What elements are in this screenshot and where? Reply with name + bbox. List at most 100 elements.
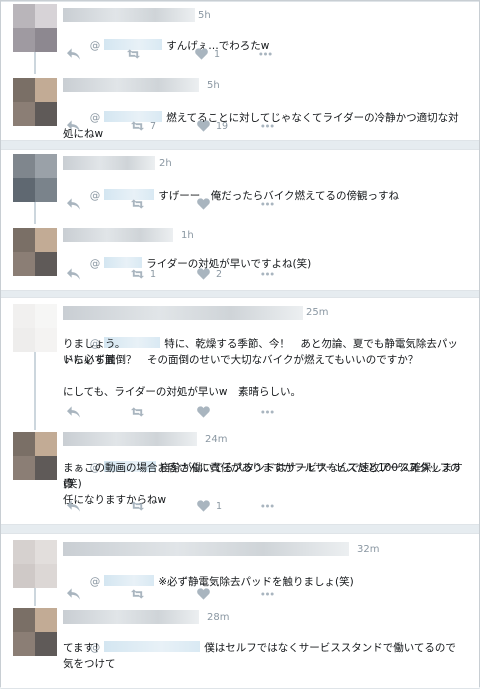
tweet-time[interactable]: 5h bbox=[207, 80, 220, 91]
like-button[interactable]: 1 bbox=[197, 500, 222, 512]
like-button[interactable] bbox=[197, 198, 216, 210]
reply-button[interactable] bbox=[67, 198, 86, 210]
tweet-1[interactable]: 5h @ すんげぇ…でわろたw 1 bbox=[1, 2, 479, 68]
like-button[interactable] bbox=[197, 406, 216, 418]
conversation-3: 25m @ 特に、乾燥する季節、今！ あと勿論、夏でも静電気除去パッドに必ず触 り… bbox=[1, 297, 479, 525]
retweet-button[interactable] bbox=[131, 198, 150, 210]
reply-icon bbox=[67, 120, 80, 132]
retweet-icon bbox=[131, 589, 144, 599]
tweet-5[interactable]: 25m @ 特に、乾燥する季節、今！ あと勿論、夏でも静電気除去パッドに必ず触 り… bbox=[1, 298, 479, 428]
conversation-1: 5h @ すんげぇ…でわろたw 1 5h @ 燃えてることに対してじゃなくてライダー… bbox=[1, 1, 479, 141]
tweet-time[interactable]: 5h bbox=[198, 10, 211, 21]
avatar[interactable] bbox=[13, 154, 57, 202]
tweet-text-continued: てます！ bbox=[63, 642, 105, 654]
user-name[interactable] bbox=[63, 8, 195, 22]
like-button[interactable]: 2 bbox=[197, 268, 222, 280]
retweet-icon bbox=[131, 501, 144, 511]
user-name[interactable] bbox=[63, 542, 349, 556]
tweet-actions: 1 bbox=[67, 48, 367, 62]
reply-icon bbox=[67, 588, 80, 600]
user-name[interactable] bbox=[63, 306, 303, 320]
handle[interactable] bbox=[104, 575, 155, 586]
tweet-actions: 7 19 bbox=[67, 120, 367, 134]
like-button[interactable] bbox=[197, 588, 216, 600]
tweet-7[interactable]: 32m @ ※必ず静電気除去パッドを触りましょ(笑) bbox=[1, 534, 479, 606]
heart-icon bbox=[197, 500, 210, 512]
retweet-button[interactable] bbox=[131, 406, 150, 418]
retweet-icon bbox=[127, 49, 140, 59]
tweet-time[interactable]: 2h bbox=[159, 158, 172, 169]
heart-icon bbox=[197, 198, 210, 210]
reply-button[interactable] bbox=[67, 268, 86, 280]
avatar[interactable] bbox=[13, 78, 57, 126]
user-name[interactable] bbox=[63, 610, 199, 624]
heart-icon bbox=[197, 120, 210, 132]
like-button[interactable]: 19 bbox=[197, 120, 228, 132]
avatar[interactable] bbox=[13, 228, 57, 276]
retweet-icon bbox=[131, 121, 144, 131]
tweet-text: @ すんげぇ…でわろたw bbox=[89, 39, 270, 52]
more-button[interactable] bbox=[261, 120, 274, 132]
conversation-4: 32m @ ※必ず静電気除去パッドを触りましょ(笑) 28m @ 僕はセルフではなく… bbox=[1, 533, 479, 689]
reply-button[interactable] bbox=[67, 406, 86, 418]
more-button[interactable] bbox=[261, 406, 274, 418]
reply-button[interactable] bbox=[67, 500, 86, 512]
retweet-button[interactable]: 1 bbox=[131, 268, 156, 280]
heart-icon bbox=[197, 588, 210, 600]
avatar[interactable] bbox=[13, 540, 57, 588]
twitter-screenshot: 5h @ すんげぇ…でわろたw 1 5h @ 燃えてることに対してじゃなくてライダー… bbox=[0, 0, 480, 689]
tweet-actions: 1 bbox=[67, 500, 367, 514]
more-icon bbox=[261, 410, 274, 414]
retweet-button[interactable] bbox=[131, 588, 150, 600]
reply-icon bbox=[67, 48, 80, 60]
reply-icon bbox=[67, 268, 80, 280]
more-button[interactable] bbox=[261, 588, 274, 600]
reply-icon bbox=[67, 500, 80, 512]
retweet-button[interactable] bbox=[131, 500, 150, 512]
retweet-icon bbox=[131, 199, 144, 209]
tweet-text: @ すげーー 俺だったらバイク燃えてるの傍観っすね bbox=[89, 189, 399, 202]
tweet-text: @ 僕はセルフではなくサービススタンドで働いてるので気をつけて bbox=[63, 641, 456, 670]
tweet-actions bbox=[67, 198, 367, 212]
more-button[interactable] bbox=[261, 198, 274, 210]
tweet-3[interactable]: 2h @ すげーー 俺だったらバイク燃えてるの傍観っすね bbox=[1, 150, 479, 220]
reply-button[interactable] bbox=[67, 120, 86, 132]
reply-button[interactable] bbox=[67, 48, 86, 60]
tweet-4[interactable]: 1h @ ライダーの対処が早いですよね(笑) 1 2 bbox=[1, 222, 479, 290]
handle[interactable] bbox=[104, 257, 143, 268]
more-icon bbox=[261, 272, 274, 276]
avatar[interactable] bbox=[13, 608, 57, 656]
tweet-time[interactable]: 25m bbox=[306, 307, 328, 318]
more-icon bbox=[261, 202, 274, 206]
reply-icon bbox=[67, 198, 80, 210]
reply-icon bbox=[67, 406, 80, 418]
more-icon bbox=[259, 52, 272, 56]
tweet-actions bbox=[67, 406, 367, 420]
tweet-2[interactable]: 5h @ 燃えてることに対してじゃなくてライダーの冷静かつ適切な対処にねw 7 1… bbox=[1, 72, 479, 140]
tweet-time[interactable]: 32m bbox=[357, 544, 379, 555]
tweet-time[interactable]: 28m bbox=[207, 612, 229, 623]
tweet-text-continued: りましょう。 いちいち面倒？ その面倒のせいで大切なバイクが燃えてもいいのですか… bbox=[63, 338, 419, 398]
retweet-button[interactable]: 7 bbox=[131, 120, 156, 132]
reply-button[interactable] bbox=[67, 588, 86, 600]
tweet-actions: 1 2 bbox=[67, 268, 367, 282]
avatar[interactable] bbox=[13, 4, 57, 52]
more-icon bbox=[261, 504, 274, 508]
more-button[interactable] bbox=[261, 500, 274, 512]
user-name[interactable] bbox=[63, 156, 155, 170]
retweet-button[interactable] bbox=[127, 48, 146, 60]
heart-icon bbox=[197, 406, 210, 418]
like-button[interactable]: 1 bbox=[195, 48, 220, 60]
retweet-icon bbox=[131, 407, 144, 417]
user-name[interactable] bbox=[63, 78, 199, 92]
tweet-8[interactable]: 28m @ 僕はセルフではなくサービススタンドで働いてるので気をつけて てます！ bbox=[1, 608, 479, 688]
avatar[interactable] bbox=[13, 304, 57, 352]
conversation-2: 2h @ すげーー 俺だったらバイク燃えてるの傍観っすね 1h @ ライダーの対処が… bbox=[1, 149, 479, 291]
more-icon bbox=[261, 124, 274, 128]
avatar[interactable] bbox=[13, 432, 57, 480]
tweet-actions bbox=[67, 588, 367, 602]
heart-icon bbox=[195, 48, 208, 60]
more-button[interactable] bbox=[261, 268, 274, 280]
more-button[interactable] bbox=[259, 48, 272, 60]
tweet-6[interactable]: 24m @ 自分が働いてるスタンドはサービスなんで速攻アース確保します(笑) まぁ… bbox=[1, 432, 479, 524]
